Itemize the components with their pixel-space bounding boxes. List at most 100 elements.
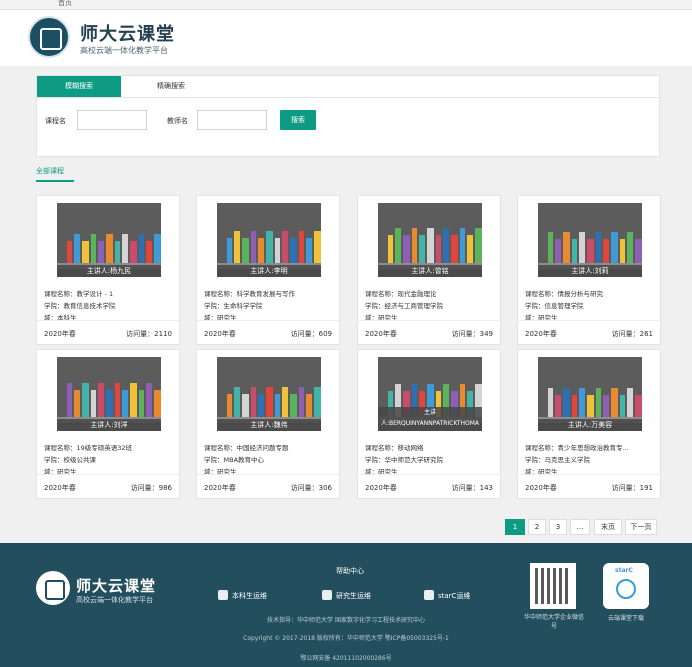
page-3-button[interactable]: 3 — [549, 519, 567, 535]
course-thumbnail[interactable]: 主讲人:刘莉 — [538, 203, 642, 277]
book-graphic — [91, 234, 96, 263]
book-graphic — [587, 239, 594, 263]
course-card[interactable]: 主讲人:魏伟 课程名称：中国经济问题专题 学院：MBA教育中心 域：研究生 2020年春… — [196, 349, 340, 499]
help-link-label: 研究生运维 — [336, 592, 371, 600]
course-name[interactable]: 课程名称：教学设计 - 1 — [44, 288, 113, 298]
book-graphic — [67, 241, 72, 263]
book-graphic — [572, 395, 577, 417]
app-brand-label: starC — [615, 567, 633, 574]
book-graphic — [234, 231, 240, 263]
book-graphic — [299, 231, 304, 263]
course-thumbnail[interactable]: 主讲人:魏伟 — [217, 357, 321, 431]
user-icon — [218, 590, 228, 600]
book-graphic — [275, 394, 280, 417]
book-graphic — [620, 239, 625, 263]
course-thumbnail[interactable]: 主讲人:刘洋 — [57, 357, 161, 431]
help-link-label: starC运维 — [438, 592, 471, 600]
book-graphic — [275, 238, 280, 263]
course-card[interactable]: 主讲人:曾铭 课程名称：现代金融理论 学院：经济与工商管理学院 域：研究生 2020年春… — [357, 195, 501, 345]
course-name[interactable]: 课程名称：移动网络 — [365, 442, 424, 452]
course-name[interactable]: 课程名称：科学教育发展与写作 — [204, 288, 295, 298]
course-card[interactable]: 主讲人:BERQUINYANNPATRICKTHOMA 课程名称：移动网络学院：华… — [357, 349, 501, 499]
book-graphic — [412, 228, 417, 263]
course-name[interactable]: 课程名称：19级专硕英语32班 — [44, 442, 132, 452]
help-link-label: 本科生运维 — [232, 592, 267, 600]
course-college: 学院：MBA教育中心 — [204, 456, 265, 464]
book-graphic — [227, 238, 232, 263]
course-thumbnail[interactable]: 主讲人:曾铭 — [378, 203, 482, 277]
course-thumbnail[interactable]: 主讲人:万美容 — [538, 357, 642, 431]
course-term: 2020年春 — [204, 484, 236, 492]
download-icon — [616, 579, 636, 599]
book-graphic — [146, 383, 152, 417]
course-card[interactable]: 主讲人:万美容 课程名称：青少年思想政治教育专... 学院：马克思主义学院 域：研究生… — [517, 349, 661, 499]
book-graphic — [627, 388, 633, 417]
course-card[interactable]: 主讲人:杨九民 课程名称：教学设计 - 1 学院：教育信息技术学院 域：本科生 2020… — [36, 195, 180, 345]
course-card[interactable]: 主讲人:刘洋 课程名称：19级专硕英语32班 学院：校级公共课 域：研究生 2020年春… — [36, 349, 180, 499]
course-card[interactable]: 主讲人:刘莉 课程名称：情报分析与研究 学院：信息管理学院 域：研究生 2020年春 访问… — [517, 195, 661, 345]
book-graphic — [290, 394, 297, 417]
book-graphic — [130, 383, 137, 417]
home-link[interactable]: 首页 — [58, 0, 72, 8]
site-footer: 师大云课堂 高校云端一体化教学平台 帮助中心 本科生运维 研究生运维 starC… — [0, 543, 692, 667]
teacher-label: 主讲人:魏伟 — [217, 419, 321, 431]
book-graphic — [563, 388, 570, 417]
last-page-button[interactable]: 末页 — [594, 519, 622, 535]
course-name-input[interactable] — [77, 110, 147, 130]
book-graphic — [139, 390, 144, 417]
course-college: 学院：华中师范大学研究院 — [365, 456, 443, 464]
police-record-text: 鄂公网安备 42011102000286号 — [300, 655, 392, 662]
search-button[interactable]: 搜索 — [280, 110, 316, 130]
course-visits: 访问量：306 — [290, 484, 332, 492]
course-name[interactable]: 课程名称：现代金融理论 — [365, 288, 437, 298]
book-graphic — [251, 387, 256, 417]
course-term: 2020年春 — [204, 330, 236, 338]
book-graphic — [635, 239, 642, 263]
tab-exact-search[interactable]: 精确搜索 — [121, 76, 221, 97]
book-graphic — [314, 231, 321, 263]
teacher-name-input[interactable] — [197, 110, 267, 130]
course-term: 2020年春 — [525, 330, 557, 338]
course-card[interactable]: 主讲人:李明 课程名称：科学教育发展与写作 学院：生命科学学院 域：研究生 2020年春… — [196, 195, 340, 345]
next-page-button[interactable]: 下一页 — [625, 519, 657, 535]
page-2-button[interactable]: 2 — [528, 519, 546, 535]
footer-subtitle: 高校云端一体化教学平台 — [76, 596, 153, 604]
university-logo-icon[interactable] — [28, 16, 70, 58]
course-term: 2020年春 — [365, 484, 397, 492]
help-link-starc[interactable]: starC运维 — [424, 590, 470, 601]
app-download-icon[interactable]: starC — [603, 563, 649, 609]
course-name[interactable]: 课程名称：青少年思想政治教育专... — [525, 442, 629, 452]
help-link-undergrad[interactable]: 本科生运维 — [218, 590, 267, 601]
app-download-caption[interactable]: 云端课堂下载 — [595, 613, 657, 622]
course-name[interactable]: 课程名称：中国经济问题专题 — [204, 442, 289, 452]
course-thumbnail[interactable]: 主讲人:杨九民 — [57, 203, 161, 277]
book-graphic — [555, 239, 561, 263]
book-graphic — [266, 231, 273, 263]
book-graphic — [299, 387, 304, 417]
course-visits: 访问量：191 — [611, 484, 653, 492]
course-name[interactable]: 课程名称：情报分析与研究 — [525, 288, 603, 298]
site-subtitle: 高校云端一体化教学平台 — [80, 46, 168, 55]
page-1-button[interactable]: 1 — [505, 519, 525, 535]
help-link-graduate[interactable]: 研究生运维 — [322, 590, 371, 601]
book-graphic — [146, 241, 152, 263]
course-visits: 访问量：143 — [451, 484, 493, 492]
site-header: 师大云课堂 高校云端一体化教学平台 — [0, 10, 692, 66]
course-visits: 访问量：609 — [290, 330, 332, 338]
book-graphic — [82, 383, 89, 417]
book-graphic — [572, 239, 577, 263]
course-thumbnail[interactable]: 主讲人:BERQUINYANNPATRICKTHOMA — [378, 357, 482, 431]
qr-caption: 华中师范大学企业微信号 — [523, 614, 584, 630]
teacher-name-label: 教师名 — [167, 117, 188, 125]
book-graphic — [122, 390, 128, 417]
course-college: 学院：马克思主义学院 — [525, 456, 590, 464]
book-graphic — [258, 238, 264, 263]
course-thumbnail[interactable]: 主讲人:李明 — [217, 203, 321, 277]
teacher-label: 主讲人:万美容 — [538, 419, 642, 431]
tab-all-courses[interactable]: 全部课程 — [36, 166, 64, 176]
card-divider — [518, 320, 660, 321]
tab-fuzzy-search[interactable]: 模糊搜索 — [37, 76, 121, 97]
course-term: 2020年春 — [525, 484, 557, 492]
book-graphic — [282, 387, 288, 417]
book-graphic — [74, 390, 80, 417]
